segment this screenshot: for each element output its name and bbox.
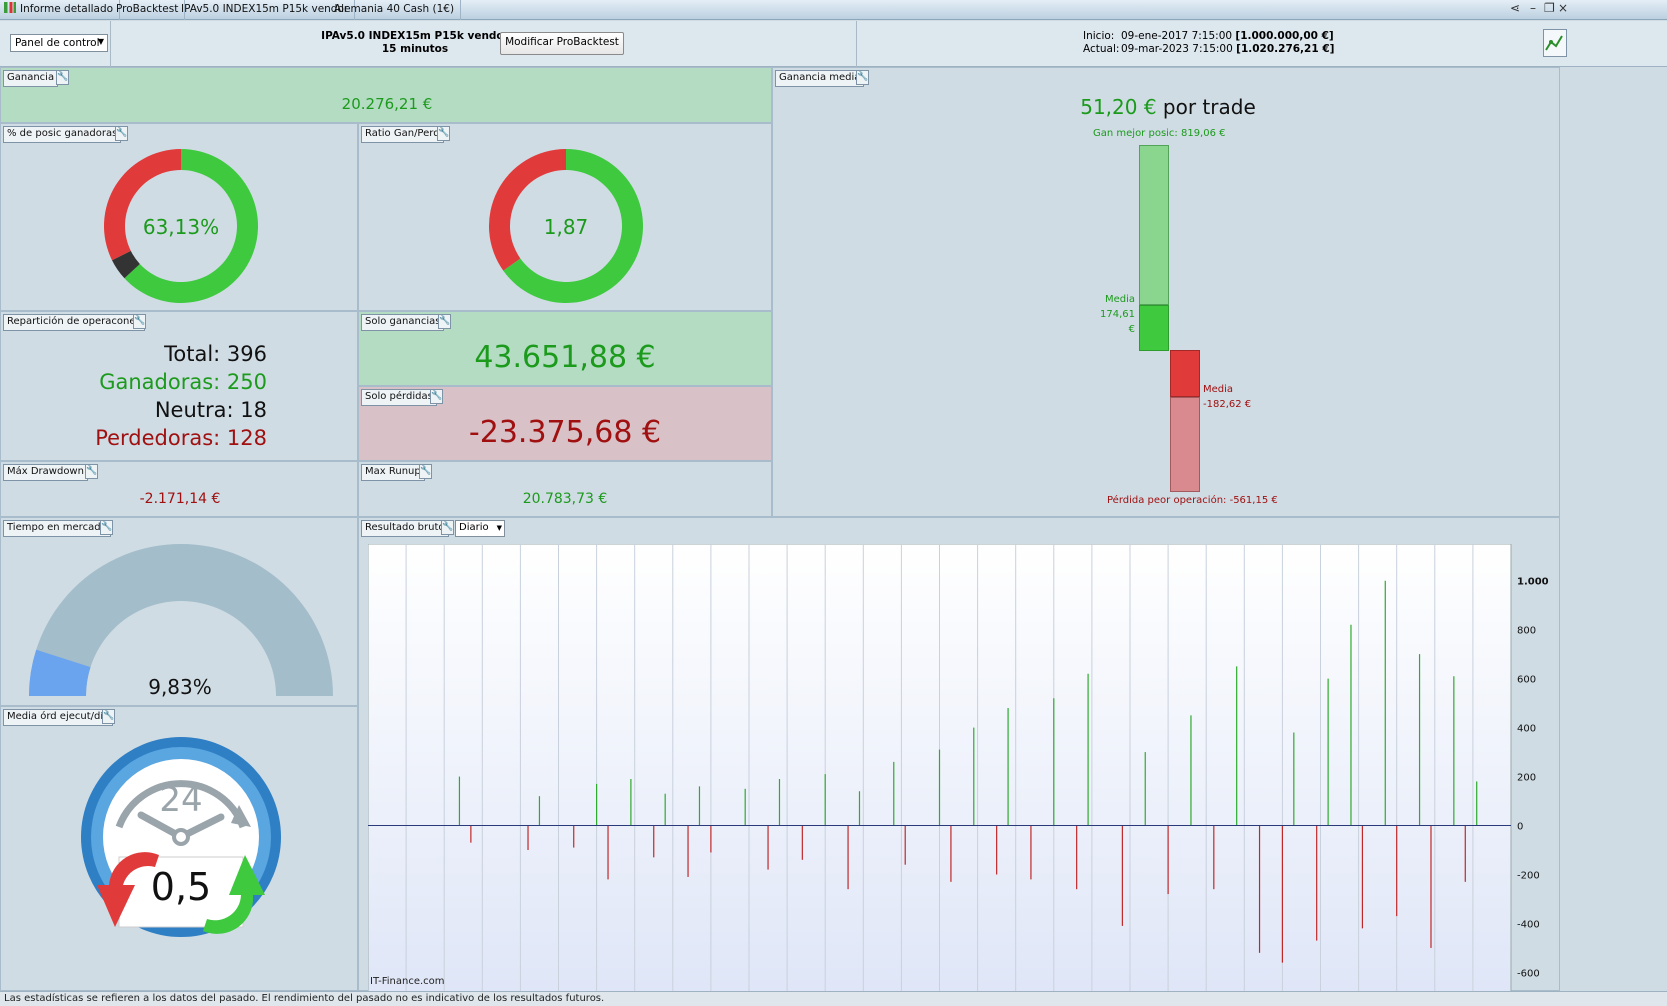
period-info: Inicio: 09-ene-2017 7:15:00 [1.000.000,00… (1083, 30, 1335, 55)
max-drawdown-label: Máx Drawdown (3, 464, 88, 481)
distribution-list: Total: 396 Ganadoras: 250 Neutra: 18 Per… (21, 340, 267, 452)
strategy-title: IPAv5.0 INDEX15m P15k vendor 15 minutos (321, 30, 509, 55)
time-in-market-panel: Tiempo en mercado 🔧 9,83% (0, 517, 358, 706)
time-in-market-label: Tiempo en mercado (3, 520, 111, 537)
wrench-icon[interactable]: 🔧 (430, 389, 443, 404)
wrench-icon[interactable]: 🔧 (115, 126, 128, 141)
total-count: Total: 396 (164, 342, 267, 366)
y-axis-ticks: 1.000 800 600 400 200 0 -200 -400 -600 (1517, 577, 1549, 980)
winners-pct-panel: % de posic ganadoras 🔧 63,13% (0, 123, 358, 311)
header-bar: Panel de control ▼ IPAv5.0 INDEX15m P15k… (0, 21, 1667, 67)
header-divider-2 (856, 21, 857, 67)
avg-gain-label: Ganancia media (775, 70, 865, 87)
y-tick-label: -200 (1517, 870, 1540, 881)
neutral-count: Neutra: 18 (154, 398, 267, 422)
winners-pct-label: % de posic ganadoras (3, 126, 122, 143)
chart-watermark: IT-Finance.com (370, 976, 445, 987)
best-gain-bar (1139, 145, 1169, 305)
gains-only-label: Solo ganancias (361, 314, 445, 331)
wrench-icon[interactable]: 🔧 (438, 314, 451, 329)
y-tick-label: 800 (1517, 626, 1536, 637)
disclaimer-footer: Las estadísticas se refieren a los datos… (0, 991, 1667, 1006)
avg-gain-panel: Ganancia media 🔧 51,20 € por trade Gan m… (772, 67, 1560, 517)
chevron-down-icon: ▼ (496, 524, 502, 532)
max-runup-panel: Max Runup 🔧 20.783,73 € (358, 461, 772, 517)
gross-result-panel: Resultado bruto 🔧 Diario ▼ 1.000 800 600 40… (358, 517, 1560, 992)
worst-loss-bar (1170, 397, 1200, 492)
chevron-down-icon: ▼ (97, 37, 104, 46)
ganancia-panel: Ganancia 🔧 20.276,21 € (0, 67, 772, 123)
clock-number: 24 (159, 780, 202, 820)
y-tick-label: 400 (1517, 724, 1536, 735)
losses-only-value: -23.375,68 € (468, 415, 662, 450)
panel-select[interactable]: Panel de control ▼ (10, 34, 108, 52)
losers-count: Perdedoras: 128 (95, 426, 267, 450)
avg-gain-media: Media 174,61 € (1100, 294, 1135, 335)
wrench-icon[interactable]: 🔧 (133, 314, 146, 329)
gross-result-chart: 1.000 800 600 400 200 0 -200 -400 -600 IT-Financ… (368, 544, 1549, 992)
distribution-label: Repartición de operacones (3, 314, 145, 331)
avg-loss-bar (1170, 350, 1200, 397)
wrench-icon[interactable]: 🔧 (56, 70, 69, 85)
wrench-icon[interactable]: 🔧 (437, 126, 450, 141)
share-icon[interactable]: ⋖ (1510, 1, 1520, 15)
time-in-market-value: 9,83% (148, 675, 212, 699)
restore-icon[interactable]: ❐ (1544, 1, 1555, 15)
max-drawdown-value: -2.171,14 € (139, 491, 221, 507)
donut-slice-loss (489, 149, 566, 271)
max-runup-value: 20.783,73 € (522, 491, 608, 507)
donut-slice-losers (103, 149, 181, 261)
max-drawdown-panel: Máx Drawdown 🔧 -2.171,14 € (0, 461, 358, 517)
y-tick-label: 600 (1517, 675, 1536, 686)
wrench-icon[interactable]: 🔧 (419, 464, 432, 479)
app-chart-icon (4, 2, 16, 13)
gains-only-panel: Solo ganancias 🔧 43.651,88 € (358, 311, 772, 386)
losses-only-panel: Solo pérdidas 🔧 -23.375,68 € (358, 386, 772, 461)
ratio-panel: Ratio Gan/Perd 🔧 1,87 (358, 123, 772, 311)
modify-probacktest-button[interactable]: Modificar ProBacktest (500, 32, 624, 55)
losses-only-label: Solo pérdidas (361, 389, 437, 406)
report-icon[interactable] (1543, 29, 1567, 57)
close-icon[interactable]: × (1558, 1, 1568, 15)
y-tick-label: -600 (1517, 968, 1540, 979)
winners-count: Ganadoras: 250 (99, 370, 267, 394)
ganancia-label: Ganancia (3, 70, 59, 87)
header-divider (110, 21, 111, 67)
y-tick-label: 200 (1517, 773, 1536, 784)
minimize-icon[interactable]: – (1530, 1, 1536, 15)
avg-orders-panel: Media órd ejecut/día 🔧 24 0,5 (0, 706, 358, 991)
chart-report-icon (1545, 35, 1563, 51)
wrench-icon[interactable]: 🔧 (100, 520, 113, 535)
period-select[interactable]: Diario ▼ (455, 520, 505, 537)
max-runup-label: Max Runup (361, 464, 425, 481)
tab-instrument[interactable]: Alemania 40 Cash (1€) (328, 0, 462, 20)
avg-loss-media: Media -182,62 € (1203, 384, 1252, 410)
wrench-icon[interactable]: 🔧 (441, 520, 454, 535)
wrench-icon[interactable]: 🔧 (102, 709, 115, 724)
y-tick-label: 1.000 (1517, 577, 1549, 588)
ganancia-value: 20.276,21 € (341, 95, 433, 113)
distribution-panel: Repartición de operacones 🔧 Total: 396 G… (0, 311, 358, 461)
y-tick-label: 0 (1517, 822, 1523, 833)
title-bar: Informe detallado ProBacktest IPAv5.0 IN… (0, 0, 1667, 20)
avg-orders-value: 0,5 (150, 865, 212, 909)
worst-trade-label: Pérdida peor operación: -561,15 € (1107, 495, 1278, 506)
avg-gain-bar (1139, 305, 1169, 351)
avg-gain-headline: 51,20 € por trade (1080, 95, 1256, 119)
wrench-icon[interactable]: 🔧 (85, 464, 98, 479)
winners-pct-value: 63,13% (142, 215, 220, 239)
gains-only-value: 43.651,88 € (474, 340, 656, 375)
avg-orders-label: Media órd ejecut/día (3, 709, 114, 726)
gross-result-label: Resultado bruto (361, 520, 449, 537)
y-tick-label: -400 (1517, 919, 1540, 930)
ratio-label: Ratio Gan/Perd (361, 126, 444, 143)
tab-informe-detallado[interactable]: Informe detallado (0, 0, 121, 20)
wrench-icon[interactable]: 🔧 (856, 70, 869, 85)
best-trade-label: Gan mejor posic: 819,06 € (1093, 128, 1226, 139)
ratio-value: 1,87 (543, 215, 589, 239)
